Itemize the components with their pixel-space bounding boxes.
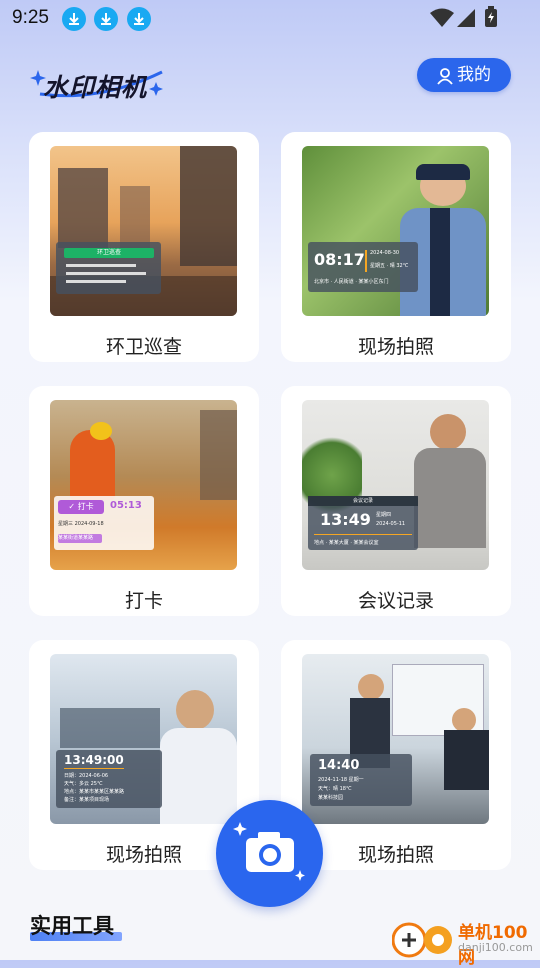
watermark-location: 地点 · 某某大厦 · 某某会议室 bbox=[314, 540, 379, 546]
template-card-checkin[interactable]: ✓ 打卡 05:13 星期三 2024-09-18 某某街道某某路 打卡 bbox=[29, 386, 259, 616]
mine-button[interactable]: 我的 bbox=[417, 58, 511, 92]
watermark-date: 星期三 2024-09-18 bbox=[58, 521, 104, 527]
watermark-time: 08:17 bbox=[314, 250, 365, 269]
template-thumbnail: 14:40 2024-11-18 星期一 天气：晴 18℃ 某某科技园 bbox=[302, 654, 489, 824]
card-label: 环卫巡查 bbox=[105, 336, 182, 358]
card-label: 打卡 bbox=[124, 590, 163, 612]
status-bar: 9:25 bbox=[0, 0, 540, 36]
watermark-time: 13:49:00 bbox=[64, 753, 124, 767]
camera-button[interactable] bbox=[216, 800, 323, 907]
logo-text: 水印相机 bbox=[43, 73, 148, 102]
watermark-tag: 打卡 bbox=[77, 502, 94, 511]
signal-icon bbox=[457, 9, 475, 27]
template-thumbnail: 环卫巡查 bbox=[50, 146, 237, 316]
card-label: 会议记录 bbox=[357, 590, 434, 612]
watermark-title: 环卫巡查 bbox=[64, 248, 154, 258]
brand-watermark: 单机100网 danji100.com bbox=[391, 916, 540, 968]
template-card-meeting-record[interactable]: 会议记录 13:49 星期四 2024-05-11 地点 · 某某大厦 · 某某… bbox=[281, 386, 511, 616]
mine-button-label: 我的 bbox=[457, 65, 491, 85]
watermark-line: 地点：某某市某某区某某路 bbox=[64, 789, 125, 795]
watermark-weather: 天气：晴 18℃ bbox=[318, 786, 352, 792]
watermark-title: 会议记录 bbox=[308, 496, 418, 506]
watermark-line: 日期：2024-06-06 bbox=[64, 773, 109, 779]
watermark-line: 备注：某某项目现场 bbox=[64, 797, 110, 803]
watermark-time: 14:40 bbox=[318, 758, 360, 773]
watermark-location: 北京市 · 人民街道 · 某某小区东门 bbox=[314, 279, 389, 285]
watermark-line: 天气：多云 25℃ bbox=[64, 781, 103, 787]
download-icon bbox=[94, 7, 118, 31]
watermark-location: 某某街道某某路 bbox=[58, 534, 102, 543]
download-icon bbox=[62, 7, 86, 31]
watermark-weekday: 星期四 bbox=[376, 512, 392, 518]
download-icon bbox=[127, 7, 151, 31]
template-thumbnail: 13:49:00 日期：2024-06-06 天气：多云 25℃ 地点：某某市某… bbox=[50, 654, 237, 824]
template-thumbnail: 08:17 2024-08-30 星期五 · 晴 32℃ 北京市 · 人民街道 … bbox=[302, 146, 489, 316]
watermark-date: 2024-08-30 bbox=[370, 250, 400, 256]
user-icon bbox=[437, 68, 453, 85]
watermark-date: 2024-11-18 星期一 bbox=[318, 777, 364, 783]
clock: 9:25 bbox=[12, 7, 49, 28]
brand-url: danji100.com bbox=[458, 941, 533, 954]
template-thumbnail: ✓ 打卡 05:13 星期三 2024-09-18 某某街道某某路 bbox=[50, 400, 237, 570]
camera-icon bbox=[233, 822, 305, 881]
template-card-sanitation[interactable]: 环卫巡查 环卫巡查 bbox=[29, 132, 259, 362]
template-card-onsite-photo[interactable]: 08:17 2024-08-30 星期五 · 晴 32℃ 北京市 · 人民街道 … bbox=[281, 132, 511, 362]
watermark-weekday: 星期五 · 晴 32℃ bbox=[370, 263, 409, 269]
card-label: 现场拍照 bbox=[357, 336, 434, 358]
wifi-icon bbox=[430, 8, 454, 27]
app-logo: 水印相机 bbox=[30, 64, 170, 104]
template-thumbnail: 会议记录 13:49 星期四 2024-05-11 地点 · 某某大厦 · 某某… bbox=[302, 400, 489, 570]
watermark-time: 05:13 bbox=[110, 500, 142, 511]
watermark-time: 13:49 bbox=[320, 510, 371, 529]
watermark-date: 2024-05-11 bbox=[376, 521, 406, 527]
brand-logo-icon bbox=[391, 922, 452, 958]
battery-icon bbox=[485, 6, 497, 27]
section-title: 实用工具 bbox=[30, 914, 114, 938]
